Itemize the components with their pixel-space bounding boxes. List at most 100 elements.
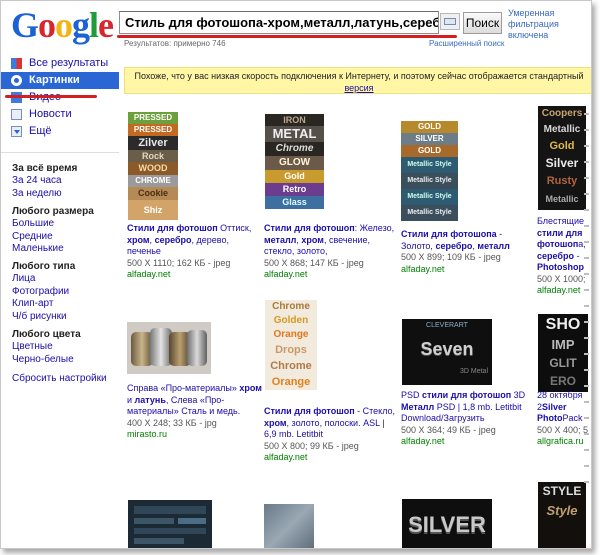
web-results-icon xyxy=(11,58,22,69)
result-url[interactable]: alfaday.net xyxy=(401,264,444,274)
filter-time-week[interactable]: За неделю xyxy=(12,188,117,201)
thumb-label: Style xyxy=(546,503,578,518)
thumb-label: IRON xyxy=(283,115,306,125)
result-thumbnail[interactable]: PRESSED PRESSED Zilver Rock WOOD CHROME … xyxy=(128,112,178,220)
result-title[interactable]: Стили для фотошоп: Железо, металл, хром,… xyxy=(264,223,394,256)
thumb-label: Metallic xyxy=(543,124,581,135)
thumb-label: Shiz xyxy=(128,200,178,220)
filter-size: Любого размера Большие Средние Маленькие xyxy=(12,205,117,256)
result-url[interactable]: allgrafica.ru xyxy=(537,436,584,446)
nav-all-results[interactable]: Все результаты xyxy=(1,55,119,72)
filter-color-bw[interactable]: Черно-белые xyxy=(12,354,117,367)
result-url[interactable]: alfaday.net xyxy=(264,269,307,279)
result-thumbnail[interactable]: STYLE Style xyxy=(538,482,586,548)
thumb-label: PRESSED xyxy=(128,112,178,124)
thumb-label: GOLD xyxy=(401,121,458,133)
thumb-label: Metallic Style xyxy=(401,157,458,173)
thumb-label: Cookie xyxy=(128,187,178,200)
result-thumbnail[interactable]: IRON METAL Chrome GLOW Gold Retro Glass xyxy=(265,114,324,209)
result-thumbnail[interactable]: SILVER xyxy=(402,499,492,548)
result-caption: Стили для фотошоп - Стекло, хром, золото… xyxy=(264,406,399,464)
result-thumbnail[interactable]: CLEVERART Seven 3D Metal xyxy=(402,319,492,385)
more-icon xyxy=(11,126,22,137)
result-title[interactable]: Стили для фотошопа - Золото, серебро, ме… xyxy=(401,229,510,251)
result-thumbnail[interactable]: Coopers Metallic Gold Silver Rusty Metal… xyxy=(538,106,586,210)
nav-images[interactable]: Картинки xyxy=(1,72,119,89)
result-thumbnail[interactable] xyxy=(264,504,314,548)
result-meta: 500 X 1110; 162 КБ - jpeg xyxy=(127,257,231,268)
reset-filters-link[interactable]: Сбросить настройки xyxy=(12,373,117,386)
thumb-label: METAL xyxy=(265,126,324,142)
filter-type-clipart[interactable]: Клип-арт xyxy=(12,298,117,311)
result-title[interactable]: Блестящие стили для фотошопа, серебро - … xyxy=(537,216,586,272)
annotation-underline-images xyxy=(5,95,97,98)
thumb-label: Metallic Style xyxy=(401,189,458,205)
thumb-label: Drops xyxy=(275,344,307,356)
thumb-label: Gold xyxy=(549,140,575,152)
search-input[interactable]: Стиль для фотошопа-хром,металл,латунь,се… xyxy=(119,11,439,34)
thumb-label: CHROME xyxy=(128,175,178,187)
result-url[interactable]: alfaday.net xyxy=(264,452,307,462)
result-title[interactable]: 28 октября 2Silver PhotoPack xyxy=(537,390,583,423)
result-thumbnail[interactable] xyxy=(128,500,212,548)
filter-size-medium[interactable]: Средние xyxy=(12,231,117,244)
result-url[interactable]: alfaday.net xyxy=(537,285,580,295)
result-url[interactable]: alfaday.net xyxy=(127,269,170,279)
filter-size-heading[interactable]: Любого размера xyxy=(12,205,117,218)
search-button[interactable]: Поиск xyxy=(463,12,502,34)
annotation-underline xyxy=(117,35,457,38)
thumb-label: Rusty xyxy=(546,175,578,187)
thumb-label: Golden xyxy=(273,315,309,326)
nav-more[interactable]: Ещё xyxy=(1,123,119,140)
thumb-label: Chrome xyxy=(272,301,310,312)
result-meta: 400 X 248; 33 КБ - jpg xyxy=(127,417,217,428)
filter-time-heading[interactable]: За всё время xyxy=(12,162,117,175)
result-title[interactable]: Справа «Про-материалы» хром и латунь, Сл… xyxy=(127,383,262,416)
filter-type-heading[interactable]: Любого типа xyxy=(12,260,117,273)
thumb-label: Zilver xyxy=(128,136,178,150)
thumb-label: GLOW xyxy=(265,156,324,170)
scroll-edge xyxy=(581,113,591,543)
filter-reset: Сбросить настройки xyxy=(12,373,117,386)
result-title[interactable]: Стили для фотошоп - Стекло, хром, золото… xyxy=(264,406,395,439)
filter-color-heading[interactable]: Любого цвета xyxy=(12,328,117,341)
news-icon xyxy=(11,109,22,120)
thumb-label: Metallic xyxy=(545,194,579,204)
result-caption: Стили для фотошоп Оттиск, хром, серебро,… xyxy=(127,223,262,281)
results-count: Результатов: примерно 746 xyxy=(124,39,226,48)
result-thumbnail[interactable] xyxy=(127,322,211,374)
banner-text: Похоже, что у вас низкая скорость подклю… xyxy=(134,71,584,81)
filter-time-24h[interactable]: За 24 часа xyxy=(12,175,117,188)
filter-type-lineart[interactable]: Ч/б рисунки xyxy=(12,311,117,324)
result-caption: Справа «Про-материалы» хром и латунь, Сл… xyxy=(127,383,262,441)
result-thumbnail[interactable]: Chrome Golden Orange Drops Chrome Orange xyxy=(265,300,317,390)
thumb-label: WOOD xyxy=(128,162,178,175)
result-thumbnail[interactable]: GOLD SILVER GOLD Metallic Style Metallic… xyxy=(401,121,458,221)
thumb-label: Gold xyxy=(265,170,324,183)
result-meta: 500 X 364; 49 КБ - jpeg xyxy=(401,424,496,435)
google-logo[interactable]: Google xyxy=(11,5,114,45)
thumb-label: Seven xyxy=(420,339,474,359)
filter-type-faces[interactable]: Лица xyxy=(12,273,117,286)
safesearch-link[interactable]: Умеренная фильтрация включена xyxy=(508,8,591,41)
filter-color-full[interactable]: Цветные xyxy=(12,341,117,354)
filter-type-photos[interactable]: Фотографии xyxy=(12,286,117,299)
advanced-search-link[interactable]: Расширенный поиск xyxy=(429,39,504,48)
thumb-label: Rock xyxy=(128,150,178,162)
browser-frame: Google Стиль для фотошопа-хром,металл,ла… xyxy=(0,0,592,549)
thumb-label: Metallic Style xyxy=(401,205,458,221)
keyboard-icon[interactable] xyxy=(440,13,460,30)
filter-size-large[interactable]: Большие xyxy=(12,218,117,231)
filter-size-small[interactable]: Маленькие xyxy=(12,243,117,256)
result-title[interactable]: PSD стили для фотошоп 3D Металл PSD | 1,… xyxy=(401,390,525,423)
thumb-label: Glass xyxy=(265,196,324,209)
result-url[interactable]: mirasto.ru xyxy=(127,429,167,439)
nav-news[interactable]: Новости xyxy=(1,106,119,123)
banner-link[interactable]: версия xyxy=(344,83,373,93)
result-url[interactable]: alfaday.net xyxy=(401,436,444,446)
filter-type: Любого типа Лица Фотографии Клип-арт Ч/б… xyxy=(12,260,117,323)
thumb-label: Chrome xyxy=(275,143,314,154)
thumb-label: Orange xyxy=(273,329,309,340)
result-title[interactable]: Стили для фотошоп Оттиск, хром, серебро,… xyxy=(127,223,251,256)
thumb-label: CLEVERART xyxy=(426,322,468,329)
